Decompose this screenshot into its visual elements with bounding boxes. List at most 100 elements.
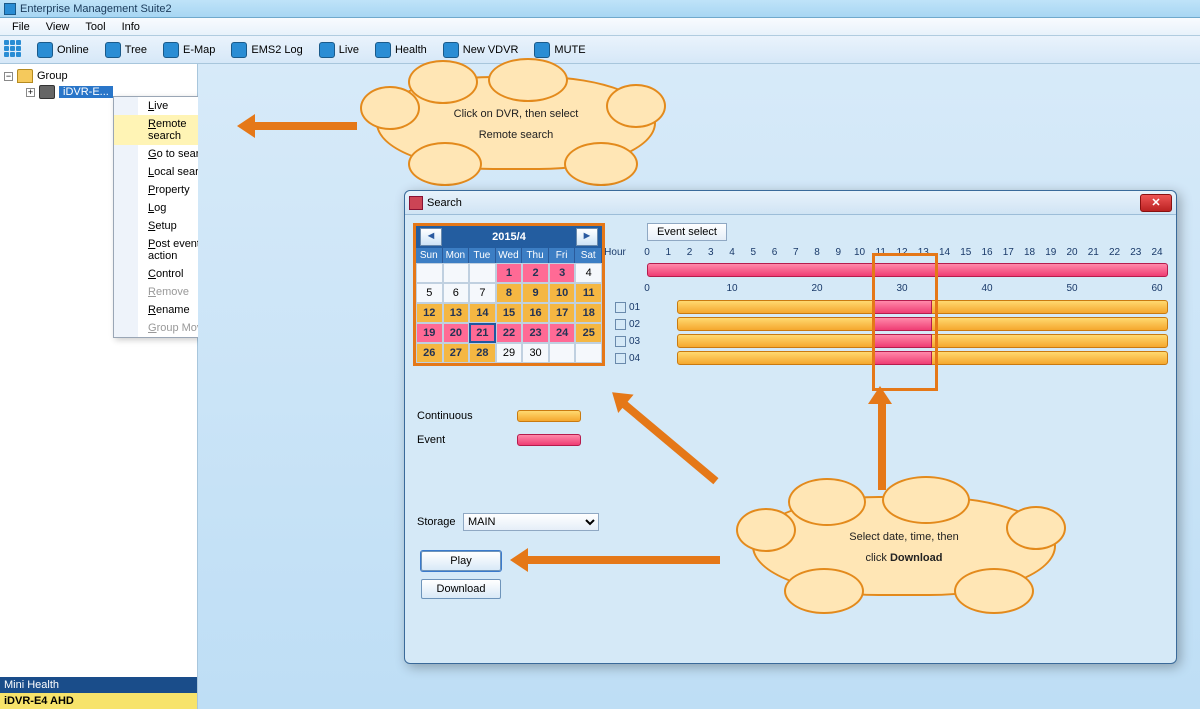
cal-day — [443, 263, 470, 283]
newvdvr-icon — [443, 42, 459, 58]
cal-dow: Wed — [496, 248, 523, 263]
hour-axis-label: Hour — [604, 247, 626, 258]
cal-day[interactable]: 29 — [496, 343, 523, 363]
minute-tick: 40 — [981, 283, 992, 294]
titlebar: Enterprise Management Suite2 — [0, 0, 1200, 18]
channel-number: 01 — [629, 302, 645, 313]
cal-day[interactable]: 25 — [575, 323, 602, 343]
cal-day[interactable]: 7 — [469, 283, 496, 303]
mute-icon — [534, 42, 550, 58]
channel-checkbox[interactable] — [615, 319, 626, 330]
hour-scale-bar[interactable] — [647, 263, 1168, 277]
download-button[interactable]: Download — [421, 579, 501, 599]
cal-day[interactable]: 23 — [522, 323, 549, 343]
channel-checkbox[interactable] — [615, 302, 626, 313]
toolbar-online[interactable]: Online — [30, 39, 96, 61]
play-button[interactable]: Play — [421, 551, 501, 571]
hour-tick: 9 — [835, 247, 841, 258]
cal-day[interactable]: 22 — [496, 323, 523, 343]
menu-info[interactable]: Info — [114, 19, 148, 35]
channel-checkbox[interactable] — [615, 336, 626, 347]
cal-dow: Tue — [469, 248, 496, 263]
cal-day[interactable]: 18 — [575, 303, 602, 323]
cal-day[interactable]: 28 — [469, 343, 496, 363]
cal-day[interactable]: 9 — [522, 283, 549, 303]
tree-root-label: Group — [37, 70, 68, 82]
cal-next[interactable]: ► — [576, 228, 598, 246]
legend: Continuous Event — [417, 410, 581, 458]
cal-day — [416, 263, 443, 283]
toolbar-emap[interactable]: E-Map — [156, 39, 222, 61]
cal-day[interactable]: 5 — [416, 283, 443, 303]
log-icon — [231, 42, 247, 58]
cal-day[interactable]: 17 — [549, 303, 576, 323]
online-icon — [37, 42, 53, 58]
cal-day[interactable]: 27 — [443, 343, 470, 363]
cal-month: 2015/4 — [446, 231, 572, 243]
cal-day[interactable]: 30 — [522, 343, 549, 363]
search-title: Search — [427, 197, 1140, 209]
channel-timeline[interactable] — [677, 334, 1168, 348]
cal-day[interactable]: 19 — [416, 323, 443, 343]
cal-prev[interactable]: ◄ — [420, 228, 442, 246]
selected-device-bar[interactable]: iDVR-E4 AHD — [0, 693, 197, 709]
toolbar-live[interactable]: Live — [312, 39, 366, 61]
channel-timeline[interactable] — [677, 351, 1168, 365]
tree-toggle[interactable]: − — [4, 72, 13, 81]
cal-day[interactable]: 13 — [443, 303, 470, 323]
cal-day[interactable]: 3 — [549, 263, 576, 283]
hour-tick: 5 — [750, 247, 756, 258]
cal-day[interactable]: 12 — [416, 303, 443, 323]
cal-day[interactable]: 16 — [522, 303, 549, 323]
mini-health-bar[interactable]: Mini Health — [0, 677, 197, 693]
cal-day[interactable]: 21 — [469, 323, 496, 343]
hour-tick: 10 — [854, 247, 865, 258]
toolbar-ems2log[interactable]: EMS2 Log — [224, 39, 309, 61]
menu-file[interactable]: File — [4, 19, 38, 35]
hour-tick: 8 — [814, 247, 820, 258]
storage-select[interactable]: MAIN — [463, 513, 599, 531]
arrow-to-download — [510, 552, 720, 568]
hour-tick: 13 — [918, 247, 929, 258]
toolbar-newvdvr[interactable]: New VDVR — [436, 39, 526, 61]
channel-checkbox[interactable] — [615, 353, 626, 364]
grid-view-button[interactable] — [4, 40, 24, 60]
channel-timeline[interactable] — [677, 317, 1168, 331]
cal-day[interactable]: 20 — [443, 323, 470, 343]
minute-tick: 10 — [726, 283, 737, 294]
hour-tick: 22 — [1109, 247, 1120, 258]
menu-view[interactable]: View — [38, 19, 78, 35]
hour-tick: 2 — [687, 247, 693, 258]
app-title: Enterprise Management Suite2 — [20, 3, 172, 15]
arrow-to-calendar — [610, 388, 740, 498]
legend-continuous-label: Continuous — [417, 410, 517, 422]
continuous-swatch — [517, 410, 581, 422]
tree-root-row[interactable]: − Group — [4, 68, 193, 84]
search-titlebar[interactable]: Search ✕ — [405, 191, 1176, 215]
event-select-button[interactable]: Event select — [647, 223, 727, 241]
toolbar-tree[interactable]: Tree — [98, 39, 154, 61]
hour-tick: 21 — [1088, 247, 1099, 258]
toolbar-mute[interactable]: MUTE — [527, 39, 592, 61]
toolbar-health[interactable]: Health — [368, 39, 434, 61]
close-button[interactable]: ✕ — [1140, 194, 1172, 212]
cal-day[interactable]: 24 — [549, 323, 576, 343]
toolbar: Online Tree E-Map EMS2 Log Live Health N… — [0, 36, 1200, 64]
cal-day[interactable]: 14 — [469, 303, 496, 323]
timeline: Event select Hour 0123456789101112131415… — [615, 223, 1168, 365]
minute-tick: 0 — [644, 283, 650, 294]
menu-tool[interactable]: Tool — [77, 19, 113, 35]
cal-day[interactable]: 1 — [496, 263, 523, 283]
tree-toggle[interactable]: + — [26, 88, 35, 97]
tree-icon — [105, 42, 121, 58]
cal-day[interactable]: 15 — [496, 303, 523, 323]
channel-timeline[interactable] — [677, 300, 1168, 314]
cal-day[interactable]: 8 — [496, 283, 523, 303]
cal-day[interactable]: 10 — [549, 283, 576, 303]
cal-day[interactable]: 11 — [575, 283, 602, 303]
cal-day[interactable]: 2 — [522, 263, 549, 283]
cal-day[interactable]: 26 — [416, 343, 443, 363]
channel-row: 01 — [615, 300, 1168, 314]
cal-day[interactable]: 6 — [443, 283, 470, 303]
cal-day[interactable]: 4 — [575, 263, 602, 283]
